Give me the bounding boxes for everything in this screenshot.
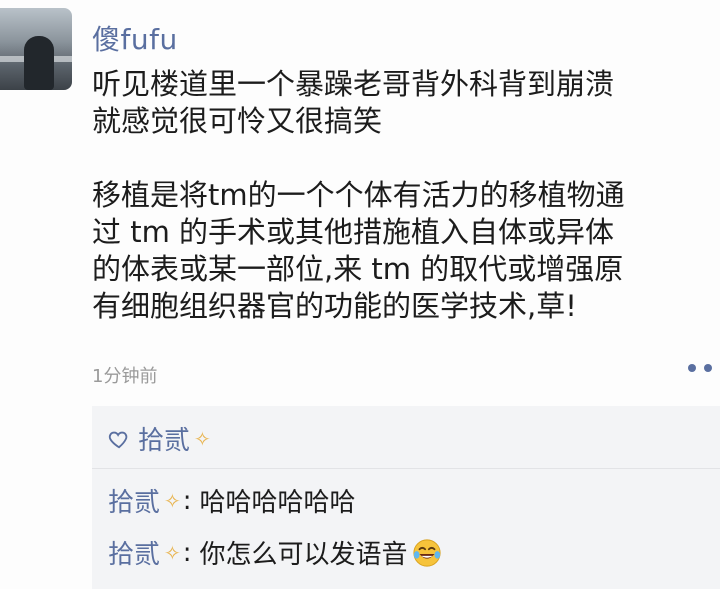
- moment-post: 傻fufu 听见楼道里一个暴躁老哥背外科背到崩溃 就感觉很可怜又很搞笑 移植是将…: [0, 0, 720, 589]
- post-timestamp: 1分钟前: [92, 366, 158, 387]
- comment-separator: :: [182, 485, 192, 516]
- interaction-panel: 拾贰 ✧ 拾贰 ✧ : 哈哈哈哈哈哈 拾贰 ✧ : 你怎么可以发语音: [92, 406, 720, 589]
- comment-text: 哈哈哈哈哈哈: [199, 488, 356, 518]
- avatar[interactable]: [0, 8, 72, 90]
- comment-text: 你怎么可以发语音: [199, 540, 408, 570]
- post-line: 听见楼道里一个暴躁老哥背外科背到崩溃: [92, 67, 615, 101]
- likes-row: 拾贰 ✧: [108, 420, 213, 457]
- comment-row[interactable]: 拾贰 ✧ : 哈哈哈哈哈哈: [108, 482, 356, 519]
- post-line: 的体表或某一部位,来 tm 的取代或增强原: [92, 252, 624, 286]
- sparkle-decoration-icon: ✧: [194, 426, 211, 451]
- sparkle-decoration-icon: ✧: [164, 540, 181, 565]
- post-line: 过 tm 的手术或其他措施植入自体或异体: [92, 215, 615, 249]
- comment-author[interactable]: 拾贰: [108, 534, 160, 571]
- avatar-figure: [24, 36, 54, 90]
- more-dots-icon[interactable]: [688, 364, 712, 372]
- comment-row[interactable]: 拾贰 ✧ : 你怎么可以发语音: [108, 534, 442, 571]
- comment-separator: :: [182, 537, 192, 568]
- sparkle-decoration-icon: ✧: [164, 488, 181, 513]
- heart-outline-icon: [108, 431, 128, 448]
- panel-divider: [92, 468, 720, 469]
- like-name[interactable]: 拾贰: [138, 420, 190, 457]
- post-paragraph-gap: [92, 140, 702, 177]
- username[interactable]: 傻fufu: [92, 18, 178, 58]
- post-line: 就感觉很可怜又很搞笑: [92, 104, 383, 138]
- comment-author[interactable]: 拾贰: [108, 482, 160, 519]
- post-text: 听见楼道里一个暴躁老哥背外科背到崩溃 就感觉很可怜又很搞笑 移植是将tm的一个个…: [92, 66, 702, 325]
- more-dot: [688, 364, 696, 372]
- post-line: 移植是将tm的一个个体有活力的移植物通: [92, 178, 625, 212]
- more-dot: [704, 364, 712, 372]
- post-line: 有细胞组织器官的功能的医学技术,草!: [92, 289, 577, 323]
- laughing-tears-emoji: [412, 538, 441, 567]
